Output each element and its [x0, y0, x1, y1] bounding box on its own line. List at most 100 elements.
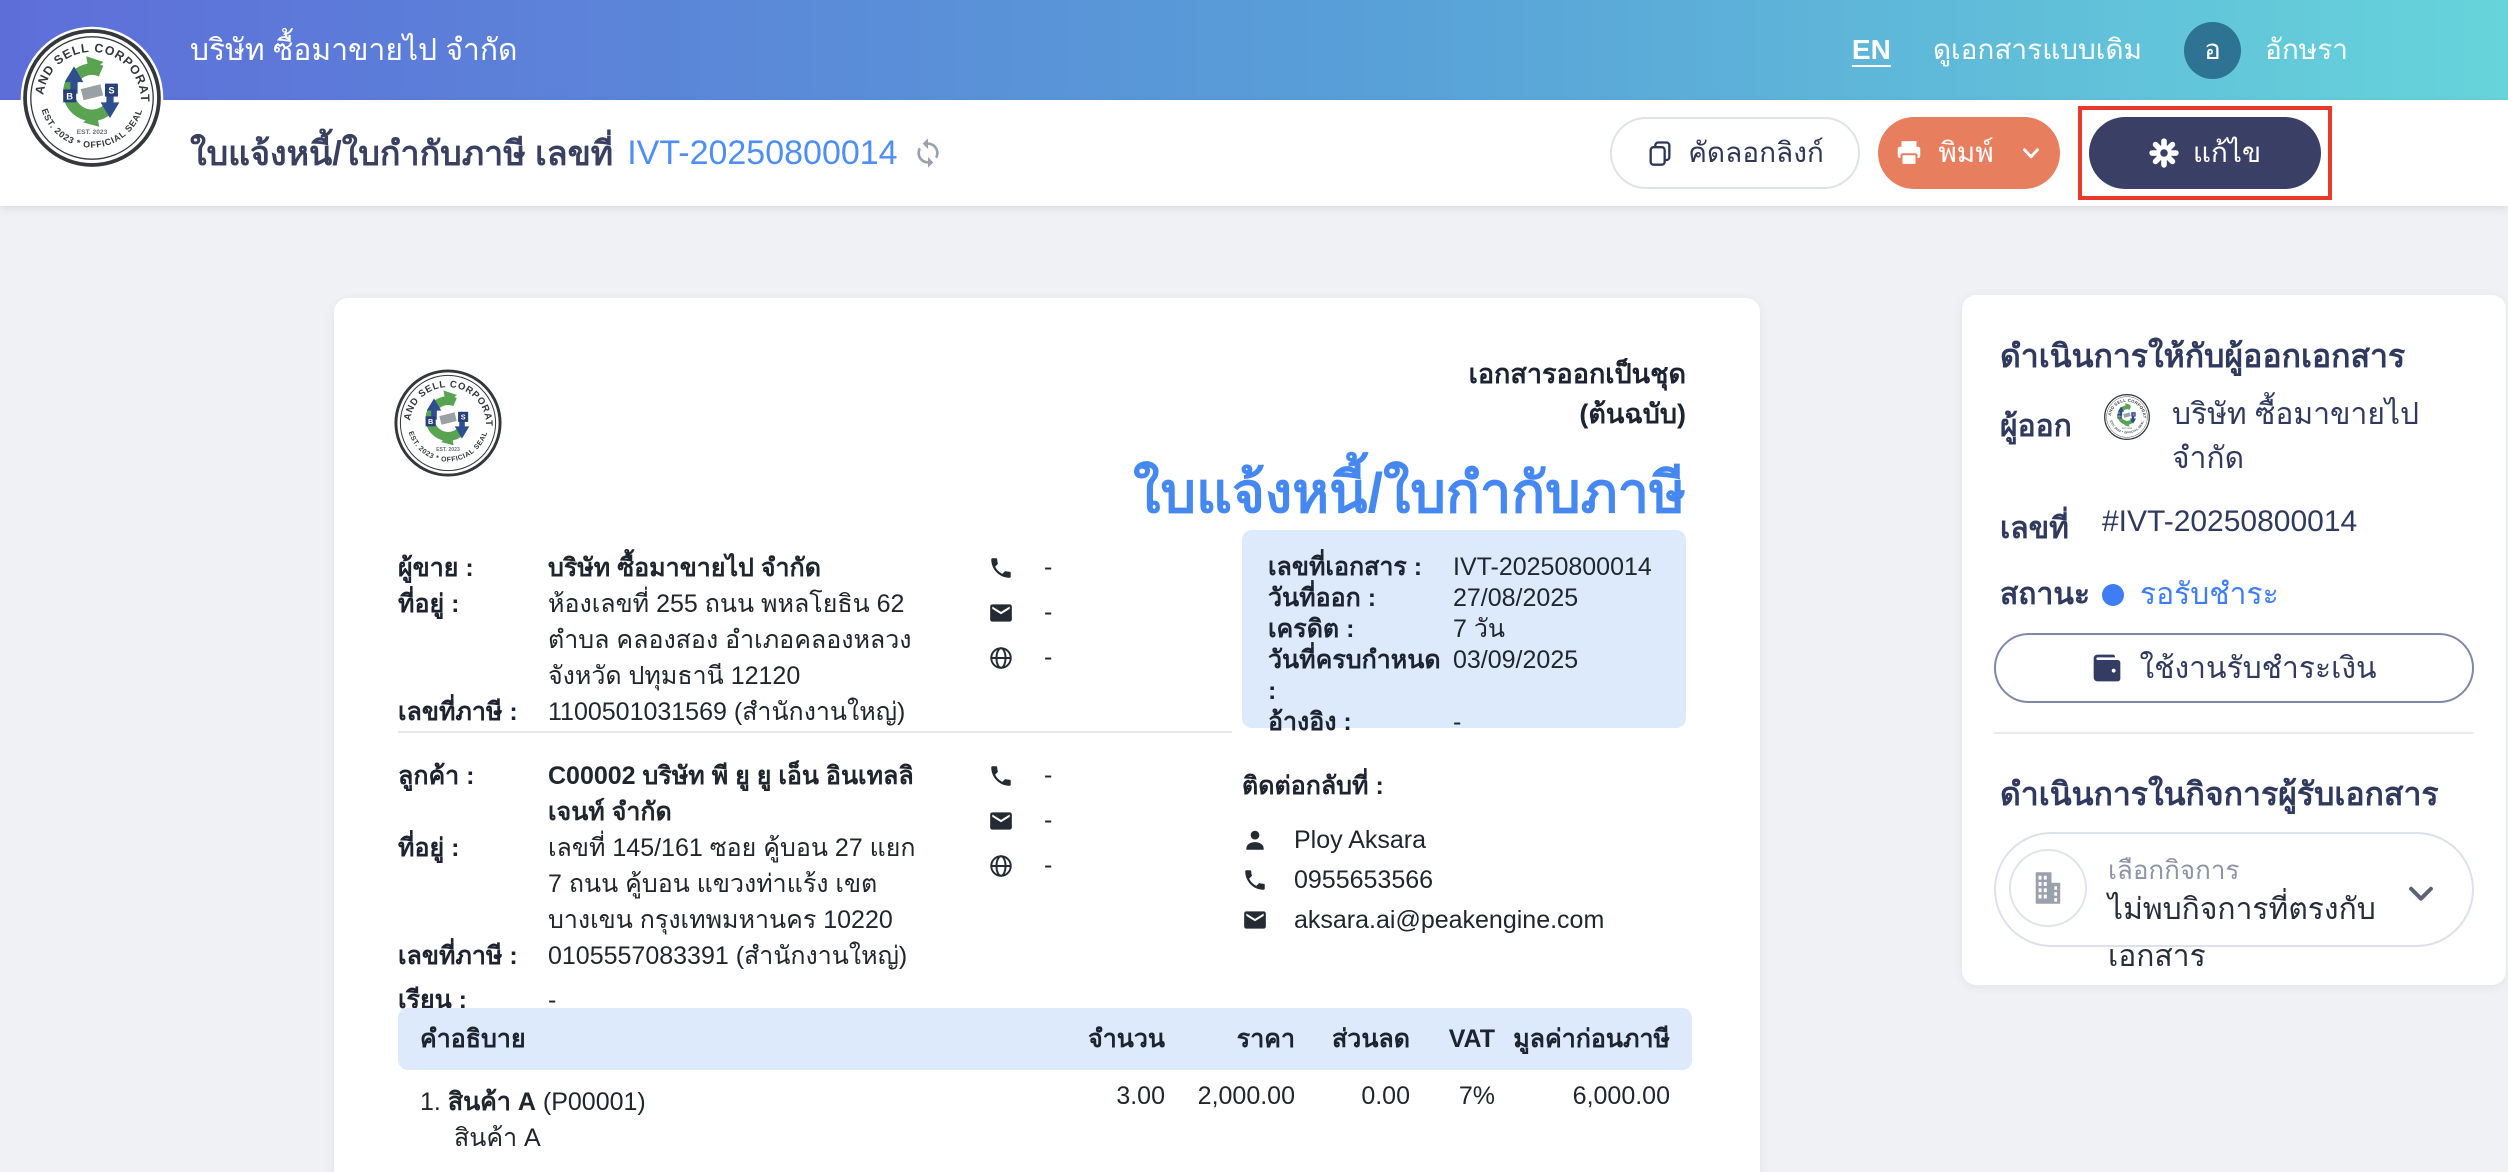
phone-icon — [991, 765, 1011, 786]
sidebar-doc-no: #IVT-20250800014 — [2102, 505, 2358, 538]
meta-due-date-label: วันที่ครบกำหนด : — [1268, 646, 1441, 705]
item-discount: 0.00 — [1361, 1082, 1410, 1110]
building-icon — [2035, 872, 2061, 904]
actions-sidebar-card: ดำเนินการให้กับผู้ออกเอกสาร ผู้ออก บริษั… — [1962, 295, 2506, 985]
chevron-down-icon[interactable] — [2018, 140, 2044, 166]
business-select-dropdown[interactable]: เลือกกิจการ ไม่พบกิจการที่ตรงกับเอกสาร — [1994, 832, 2474, 973]
status-badge: รอรับชำระ — [2140, 578, 2279, 611]
copy-link-button[interactable]: คัดลอกลิงก์ — [1610, 117, 1860, 189]
meta-issue-date: 27/08/2025 — [1453, 584, 1579, 612]
copy-icon — [1649, 141, 1671, 166]
printer-icon — [1898, 141, 1921, 166]
receiver-section-title: ดำเนินการในกิจการผู้รับเอกสาร — [2000, 776, 2439, 812]
invoice-company-logo — [392, 364, 504, 489]
customer-phone: - — [1044, 761, 1053, 789]
gear-icon — [2149, 138, 2179, 168]
issuer-name: บริษัท ซื้อมาขายไป จำกัด — [2172, 398, 2420, 475]
globe-icon — [990, 854, 1012, 877]
edit-label: แก้ไข — [2192, 137, 2262, 168]
view-original-document-link[interactable]: ดูเอกสารแบบเดิม — [1933, 28, 2142, 72]
customer-block: ลูกค้า : C00002 บริษัท พี ยู ยู เอ็น อิน… — [398, 758, 928, 1018]
seller-phone: - — [1044, 553, 1053, 581]
item-description: 1. สินค้า A (P00001) — [420, 1082, 1045, 1122]
contact-back-title: ติดต่อกลับที่ : — [1242, 772, 1384, 800]
item-code: (P00001) — [542, 1088, 646, 1116]
item-name: สินค้า A — [447, 1088, 536, 1116]
contact-back-block: ติดต่อกลับที่ : Ploy Aksara 0955653566 a… — [1242, 768, 1712, 940]
company-seal-logo — [20, 26, 164, 175]
edit-button[interactable]: แก้ไข — [2089, 117, 2321, 189]
page-title: ใบแจ้งหนี้/ใบกำกับภาษี เลขที่ — [190, 135, 614, 173]
item-sub-description: สินค้า A — [454, 1124, 541, 1152]
phone-icon — [1245, 870, 1265, 890]
issuer-logo — [2103, 393, 2151, 446]
invoice-document-card: เอกสารออกเป็นชุด (ต้นฉบับ) ใบแจ้งหนี้/ใบ… — [334, 298, 1760, 1172]
mail-icon — [990, 811, 1012, 830]
avatar[interactable]: อ — [2184, 21, 2241, 79]
batch-note: เอกสารออกเป็นชุด — [1468, 359, 1686, 389]
status-row: รอรับชำระ — [2102, 571, 2279, 618]
phone-icon — [991, 557, 1011, 578]
language-toggle-en[interactable]: EN — [1852, 34, 1891, 66]
print-label: พิมพ์ — [1938, 137, 1994, 168]
seller-block: ผู้ขาย : บริษัท ซื้อมาขายไป จำกัด ที่อยู… — [398, 550, 928, 730]
meta-due-date: 03/09/2025 — [1453, 646, 1579, 674]
copy-link-label: คัดลอกลิงก์ — [1688, 137, 1824, 168]
contact-phone: 0955653566 — [1294, 866, 1434, 894]
receive-payment-label: ใช้งานรับชำระเงิน — [2139, 651, 2377, 685]
meta-issue-date-label: วันที่ออก : — [1268, 584, 1377, 612]
item-qty: 3.00 — [1116, 1082, 1165, 1110]
wallet-icon — [2094, 654, 2121, 682]
invoice-header-right: เอกสารออกเป็นชุด (ต้นฉบับ) ใบแจ้งหนี้/ใบ… — [1133, 354, 1686, 537]
document-actions: คัดลอกลิงก์ พิมพ์ แก้ไข — [1610, 100, 2332, 206]
original-copy-note: (ต้นฉบับ) — [1579, 399, 1686, 429]
contact-email: aksara.ai@peakengine.com — [1294, 906, 1605, 934]
document-meta-box: เลขที่เอกสาร : IVT-20250800014 วันที่ออก … — [1242, 530, 1686, 736]
edit-button-highlight-box: แก้ไข — [2078, 106, 2332, 200]
meta-doc-no: IVT-20250800014 — [1453, 553, 1652, 581]
customer-tax-label: เลขที่ภาษี : — [398, 942, 518, 970]
col-description: คำอธิบาย — [420, 1025, 526, 1053]
issuer-section-title: ดำเนินการให้กับผู้ออกเอกสาร — [2000, 338, 2406, 374]
seller-tax-label: เลขที่ภาษี : — [398, 698, 518, 726]
customer-address-label: ที่อยู่ : — [398, 834, 460, 862]
meta-ref: - — [1453, 708, 1462, 736]
receive-payment-button[interactable]: ใช้งานรับชำระเงิน — [1994, 633, 2474, 703]
contact-name: Ploy Aksara — [1294, 826, 1427, 854]
table-row: 1. สินค้า A (P00001) 3.00 2,000.00 0.00 … — [398, 1082, 1692, 1122]
person-icon — [1246, 830, 1264, 850]
col-price: ราคา — [1236, 1025, 1295, 1053]
seller-address: ห้องเลขที่ 255 ถนน พหลโยธิน 62 ตำบล คลอง… — [548, 590, 912, 690]
item-no: 1. — [420, 1088, 441, 1116]
sidebar-doc-no-label: เลขที่ — [2000, 512, 2069, 545]
document-title-row: ใบแจ้งหนี้/ใบกำกับภาษี เลขที่ IVT-202508… — [190, 100, 944, 206]
col-vat: VAT — [1448, 1024, 1495, 1053]
customer-email: - — [1044, 806, 1053, 834]
status-dot-icon — [2102, 583, 2124, 606]
items-table-header: คำอธิบาย จำนวน ราคา ส่วนลด VAT มูลค่าก่อ… — [398, 1008, 1692, 1070]
seller-contact-dashes: - - - — [988, 553, 1052, 672]
topbar-right-cluster: EN ดูเอกสารแบบเดิม อ อักษรา — [1852, 0, 2348, 100]
mail-icon — [990, 603, 1012, 622]
customer-label: ลูกค้า : — [398, 762, 475, 790]
user-name: อักษรา — [2265, 34, 2348, 65]
refresh-icon[interactable] — [912, 137, 944, 169]
sidebar-divider — [1994, 732, 2474, 734]
seller-email: - — [1044, 598, 1053, 626]
meta-credit-label: เครดิต : — [1268, 615, 1355, 643]
document-number-link[interactable]: IVT-20250800014 — [627, 134, 897, 173]
business-avatar — [2009, 849, 2087, 927]
customer-address: เลขที่ 145/161 ซอย คู้บอน 27 แยก 7 ถนน ค… — [548, 834, 916, 934]
customer-website: - — [1044, 851, 1053, 879]
item-price: 2,000.00 — [1197, 1082, 1295, 1110]
seller-label: ผู้ขาย : — [398, 554, 474, 582]
print-button[interactable]: พิมพ์ — [1878, 117, 2060, 189]
customer-tax-id: 0105557083391 (สำนักงานใหญ่) — [548, 942, 908, 970]
col-quantity: จำนวน — [1088, 1025, 1165, 1053]
chevron-down-icon[interactable] — [2404, 876, 2438, 910]
workspace-company-name: บริษัท ซื้อมาขายไป จำกัด — [190, 33, 518, 67]
select-business-label: เลือกกิจการ — [2108, 855, 2240, 885]
issuer-label: ผู้ออก — [2000, 410, 2072, 443]
item-vat: 7% — [1458, 1082, 1495, 1110]
customer-contact-dashes: - - - — [988, 761, 1052, 880]
